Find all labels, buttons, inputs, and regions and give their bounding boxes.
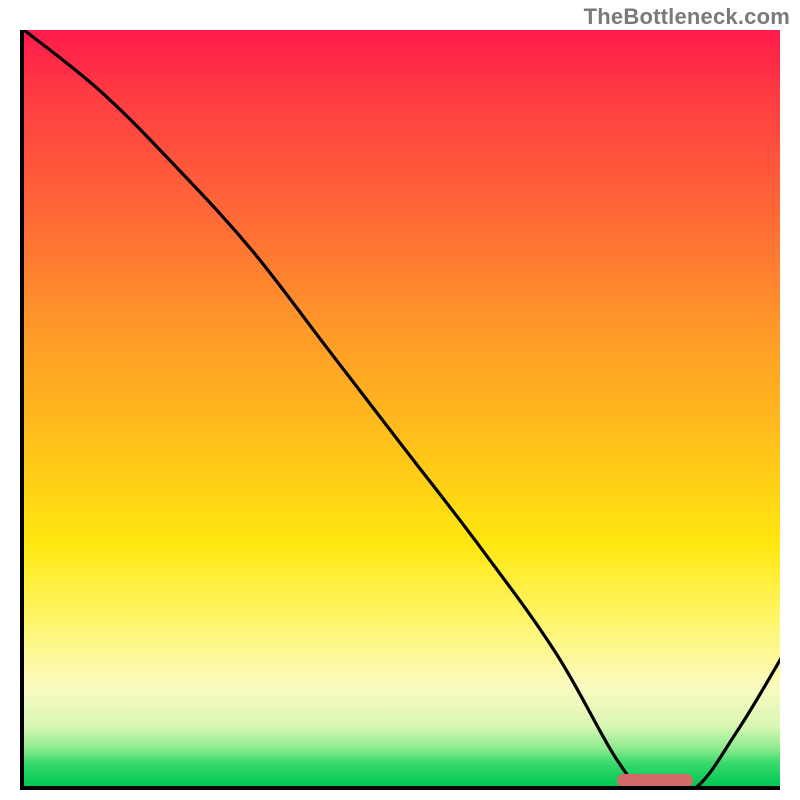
- plot: [20, 30, 780, 790]
- plot-area: [20, 30, 780, 790]
- attribution-text: TheBottleneck.com: [584, 4, 790, 30]
- optimal-range-marker: [617, 774, 693, 787]
- heat-gradient: [24, 30, 780, 786]
- chart-container: TheBottleneck.com: [0, 0, 800, 800]
